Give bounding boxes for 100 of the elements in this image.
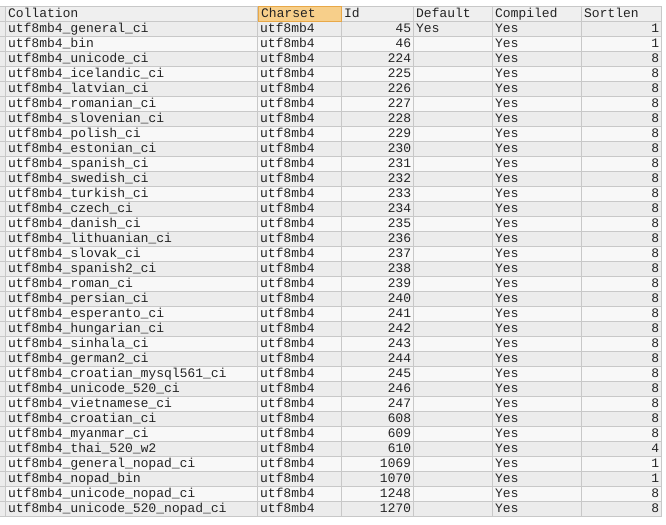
table-cell: Yes xyxy=(493,442,582,457)
row-header[interactable] xyxy=(0,382,6,397)
table-cell: 8 xyxy=(582,217,662,232)
row-header[interactable] xyxy=(0,127,6,142)
table-cell: utf8mb4_general_ci xyxy=(6,22,258,37)
table-cell: 241 xyxy=(342,307,414,322)
row-header[interactable] xyxy=(0,37,6,52)
table-cell: utf8mb4 xyxy=(258,412,342,427)
table-cell: Yes xyxy=(493,232,582,247)
table-cell: Yes xyxy=(493,487,582,502)
row-header[interactable] xyxy=(0,412,6,427)
row-header[interactable] xyxy=(0,322,6,337)
row-header[interactable] xyxy=(0,217,6,232)
table-cell: utf8mb4_myanmar_ci xyxy=(6,427,258,442)
table-cell: 232 xyxy=(342,172,414,187)
row-header[interactable] xyxy=(0,82,6,97)
table-cell: 8 xyxy=(582,97,662,112)
table-cell: Yes xyxy=(493,157,582,172)
row-header[interactable] xyxy=(0,442,6,457)
table-cell: utf8mb4_persian_ci xyxy=(6,292,258,307)
row-header[interactable] xyxy=(0,187,6,202)
table-cell: 8 xyxy=(582,142,662,157)
corner-header[interactable] xyxy=(0,6,6,22)
row-header[interactable] xyxy=(0,277,6,292)
table-cell: Yes xyxy=(493,112,582,127)
row-header[interactable] xyxy=(0,112,6,127)
table-cell: utf8mb4 xyxy=(258,247,342,262)
table-cell: 8 xyxy=(582,187,662,202)
row-header[interactable] xyxy=(0,247,6,262)
table-cell: utf8mb4 xyxy=(258,37,342,52)
table-cell: Yes xyxy=(414,22,493,37)
table-cell: utf8mb4_general_nopad_ci xyxy=(6,457,258,472)
table-cell: utf8mb4_bin xyxy=(6,37,258,52)
table-cell: 227 xyxy=(342,97,414,112)
row-header[interactable] xyxy=(0,337,6,352)
table-cell: 8 xyxy=(582,382,662,397)
column-header[interactable]: Charset xyxy=(258,6,342,22)
table-cell: utf8mb4 xyxy=(258,97,342,112)
table-cell: Yes xyxy=(493,187,582,202)
row-header[interactable] xyxy=(0,262,6,277)
table-cell: utf8mb4 xyxy=(258,442,342,457)
row-header[interactable] xyxy=(0,367,6,382)
table-cell: 8 xyxy=(582,487,662,502)
table-cell: utf8mb4 xyxy=(258,277,342,292)
row-header[interactable] xyxy=(0,232,6,247)
table-cell: utf8mb4_swedish_ci xyxy=(6,172,258,187)
row-header[interactable] xyxy=(0,97,6,112)
row-header[interactable] xyxy=(0,172,6,187)
table-cell: 8 xyxy=(582,127,662,142)
row-header[interactable] xyxy=(0,307,6,322)
table-cell: utf8mb4_unicode_nopad_ci xyxy=(6,487,258,502)
row-header[interactable] xyxy=(0,457,6,472)
table-cell: 8 xyxy=(582,172,662,187)
table-cell: 610 xyxy=(342,442,414,457)
row-header[interactable] xyxy=(0,202,6,217)
table-cell: Yes xyxy=(493,382,582,397)
table-cell: 226 xyxy=(342,82,414,97)
table-cell: utf8mb4_czech_ci xyxy=(6,202,258,217)
row-header[interactable] xyxy=(0,352,6,367)
table-cell: Yes xyxy=(493,502,582,517)
table-cell: utf8mb4 xyxy=(258,382,342,397)
table-cell: utf8mb4 xyxy=(258,67,342,82)
table-cell: Yes xyxy=(493,427,582,442)
table-cell: Yes xyxy=(493,22,582,37)
table-cell: 609 xyxy=(342,427,414,442)
table-cell: 1248 xyxy=(342,487,414,502)
table-cell: utf8mb4 xyxy=(258,52,342,67)
column-header[interactable]: Compiled xyxy=(493,6,582,22)
column-header[interactable]: Collation xyxy=(6,6,258,22)
table-cell: utf8mb4 xyxy=(258,82,342,97)
column-header[interactable]: Sortlen xyxy=(582,6,662,22)
column-header[interactable]: Id xyxy=(342,6,414,22)
row-header[interactable] xyxy=(0,472,6,487)
table-cell: utf8mb4_lithuanian_ci xyxy=(6,232,258,247)
table-cell: 8 xyxy=(582,52,662,67)
table-cell: Yes xyxy=(493,292,582,307)
table-cell: Yes xyxy=(493,367,582,382)
table-cell: 45 xyxy=(342,22,414,37)
row-header[interactable] xyxy=(0,22,6,37)
table-cell: utf8mb4_turkish_ci xyxy=(6,187,258,202)
row-header[interactable] xyxy=(0,487,6,502)
row-header[interactable] xyxy=(0,67,6,82)
table-cell: 8 xyxy=(582,427,662,442)
table-cell: utf8mb4_unicode_520_nopad_ci xyxy=(6,502,258,517)
row-header[interactable] xyxy=(0,502,6,517)
table-cell: Yes xyxy=(493,277,582,292)
table-cell: Yes xyxy=(493,457,582,472)
row-header[interactable] xyxy=(0,397,6,412)
table-cell: 8 xyxy=(582,307,662,322)
column-header[interactable]: Default xyxy=(414,6,493,22)
row-header[interactable] xyxy=(0,157,6,172)
table-cell: 228 xyxy=(342,112,414,127)
table-cell: utf8mb4 xyxy=(258,22,342,37)
table-cell: utf8mb4_vietnamese_ci xyxy=(6,397,258,412)
table-cell: utf8mb4 xyxy=(258,127,342,142)
row-header[interactable] xyxy=(0,52,6,67)
row-header[interactable] xyxy=(0,142,6,157)
table-cell: utf8mb4 xyxy=(258,487,342,502)
row-header[interactable] xyxy=(0,292,6,307)
row-header[interactable] xyxy=(0,427,6,442)
